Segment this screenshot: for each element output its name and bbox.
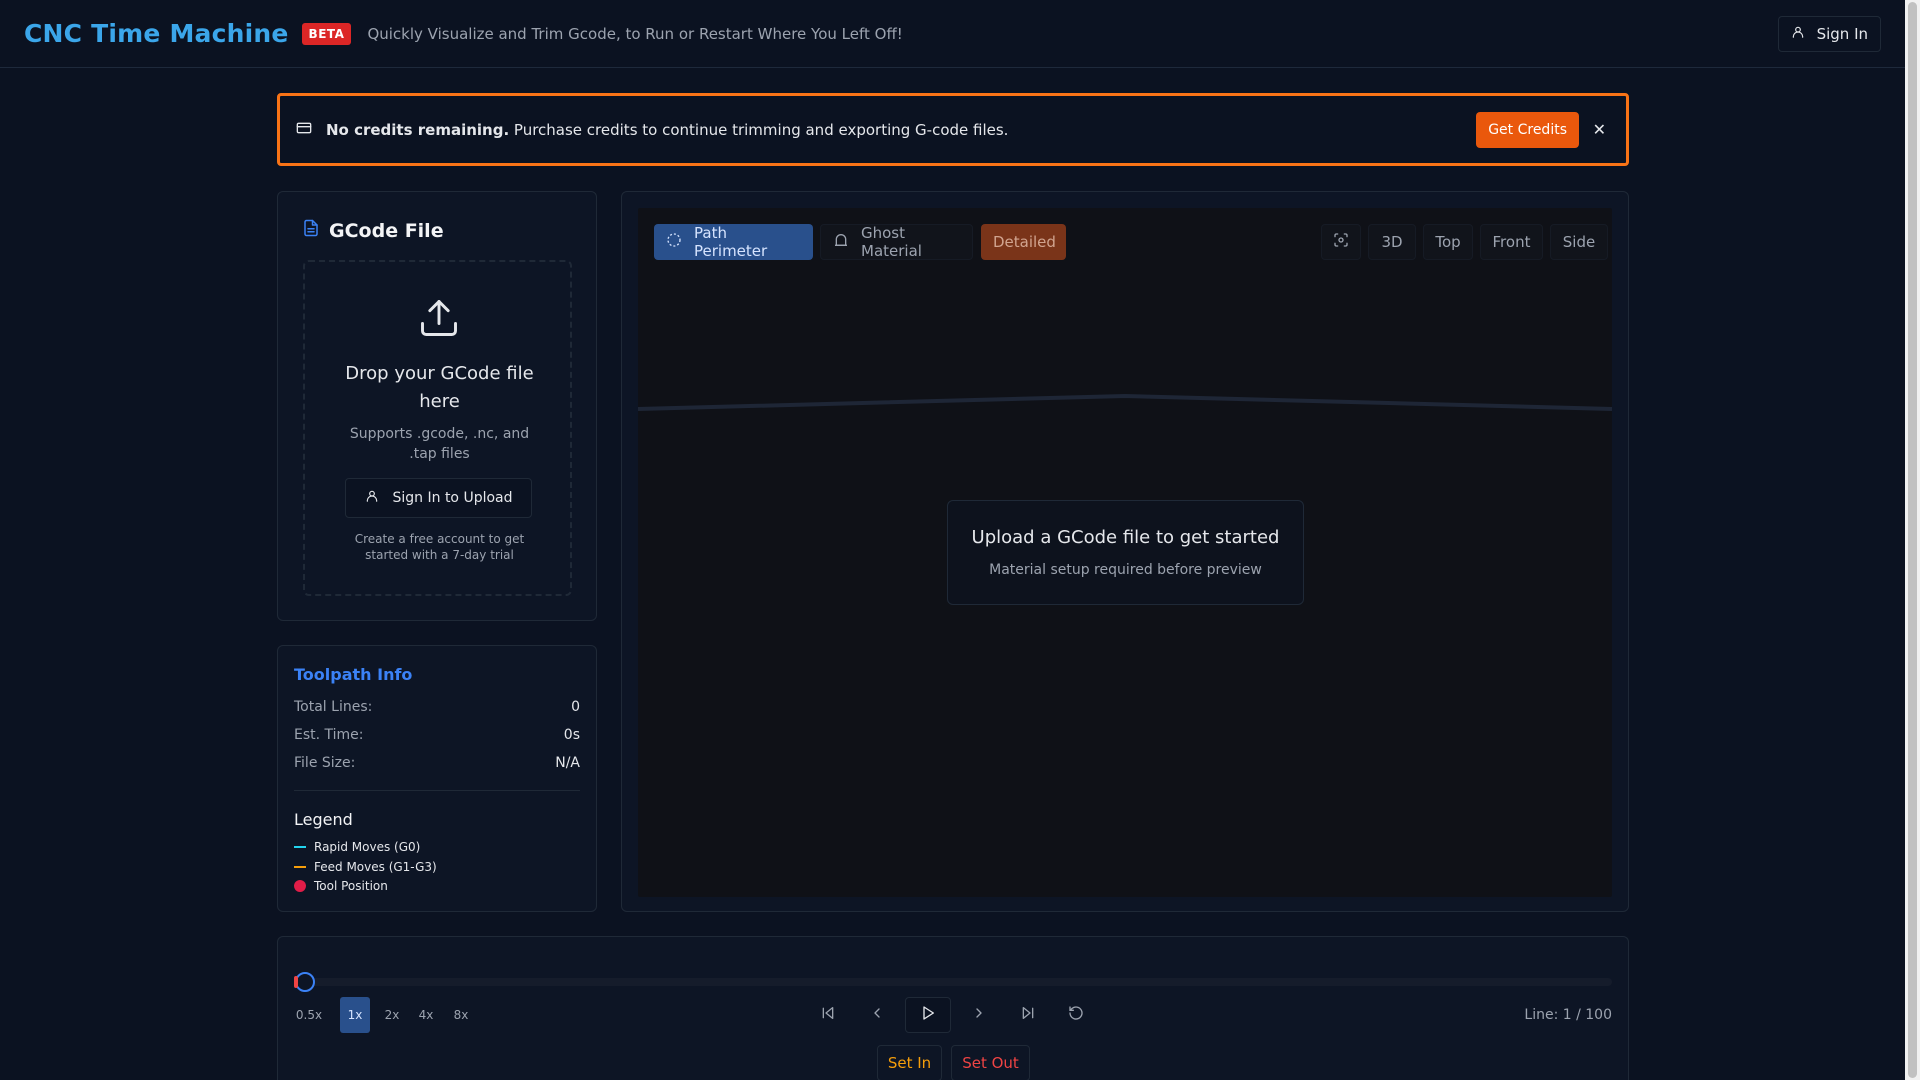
beta-badge: BETA [301,22,352,45]
close-icon[interactable]: ✕ [1593,120,1606,139]
drop-title: Drop your GCode file here [345,363,534,412]
info-row-total-lines: Total Lines: 0 [294,699,580,715]
reset-button[interactable] [1058,997,1094,1033]
chevron-left-icon [869,1005,885,1025]
scrollbar-thumb[interactable] [1908,2,1917,1078]
speed-0-5x-button[interactable]: 0.5x [294,997,324,1033]
get-credits-button[interactable]: Get Credits [1476,112,1579,148]
info-value: 0 [571,699,580,715]
play-button[interactable] [905,997,951,1033]
ghost-icon [833,232,849,252]
play-icon [920,1005,936,1025]
ghost-material-toggle[interactable]: Ghost Material [820,224,973,260]
legend-item-tool: Tool Position [294,879,388,893]
3d-viewport[interactable]: Path Perimeter Ghost Material Detailed 3… [638,208,1612,897]
line-counter: Line: 1 / 100 [1524,1007,1612,1023]
focus-icon [1333,232,1349,252]
view-side-button[interactable]: Side [1550,224,1608,260]
legend-dot-swatch [294,880,306,892]
page-scrollbar[interactable] [1905,0,1920,1080]
reset-camera-button[interactable] [1321,224,1361,260]
tagline: Quickly Visualize and Trim Gcode, to Run… [367,24,903,43]
alert-message: No credits remaining. Purchase credits t… [326,121,1008,139]
legend-item-feed: Feed Moves (G1-G3) [294,860,437,874]
file-dropzone[interactable]: Drop your GCode file here Supports .gcod… [303,260,572,596]
skip-forward-icon [1020,1005,1036,1025]
speed-4x-button[interactable]: 4x [412,997,440,1033]
step-back-button[interactable] [859,997,895,1033]
speed-1x-button[interactable]: 1x [340,997,370,1033]
divider [294,790,580,791]
empty-state-subtitle: Material setup required before preview [989,562,1262,578]
sign-in-to-upload-button[interactable]: Sign In to Upload [345,478,532,518]
skip-forward-button[interactable] [1010,997,1046,1033]
user-icon [1791,25,1805,43]
credit-card-icon [296,120,312,140]
detailed-label: Detailed [993,233,1056,251]
app-title[interactable]: CNC Time Machine [24,19,289,48]
empty-state-overlay: Upload a GCode file to get started Mater… [947,500,1304,605]
path-perimeter-label: Path Perimeter [694,224,768,260]
skip-back-button[interactable] [810,997,846,1033]
credits-alert: No credits remaining. Purchase credits t… [277,93,1629,166]
info-value: N/A [555,755,580,771]
gcode-file-title: GCode File [329,219,444,242]
chevron-right-icon [971,1005,987,1025]
supported-formats: Supports .gcode, .nc, and .tap files [349,426,530,462]
alert-bold-text: No credits remaining. [326,120,510,139]
speed-2x-button[interactable]: 2x [378,997,406,1033]
info-row-file-size: File Size: N/A [294,755,580,771]
toolpath-info-title: Toolpath Info [294,665,413,684]
viewer-card: Path Perimeter Ghost Material Detailed 3… [621,191,1629,912]
sign-in-label: Sign In [1816,25,1868,43]
legend-label: Rapid Moves (G0) [314,840,421,854]
empty-state-title: Upload a GCode file to get started [971,527,1280,548]
set-in-button[interactable]: Set In [877,1045,942,1080]
info-label: File Size: [294,755,356,771]
legend-label: Feed Moves (G1-G3) [314,860,437,874]
timeline-slider-thumb[interactable] [294,972,315,992]
legend-title: Legend [294,810,353,829]
upload-icon [417,296,461,344]
legend-label: Tool Position [314,879,388,893]
sign-in-to-upload-label: Sign In to Upload [392,490,513,506]
file-text-icon [302,218,320,243]
timeline-slider-track[interactable] [296,978,1612,986]
legend-item-rapid: Rapid Moves (G0) [294,840,420,854]
speed-8x-button[interactable]: 8x [447,997,475,1033]
playback-panel: 0.5x 1x 2x 4x 8x Line: 1 / 100 Set In Se… [277,936,1629,1080]
app-header: CNC Time Machine BETA Quickly Visualize … [0,0,1905,68]
info-value: 0s [563,727,580,743]
detailed-toggle[interactable]: Detailed [981,224,1066,260]
view-3d-button[interactable]: 3D [1368,224,1416,260]
view-top-button[interactable]: Top [1423,224,1473,260]
info-row-est-time: Est. Time: 0s [294,727,580,743]
set-out-button[interactable]: Set Out [951,1045,1030,1080]
loader-circle-icon [666,232,682,252]
view-front-button[interactable]: Front [1480,224,1543,260]
trial-note: Create a free account to get started wit… [354,532,525,562]
info-label: Total Lines: [294,699,373,715]
skip-back-icon [820,1005,836,1025]
alert-body-text: Purchase credits to continue trimming an… [509,120,1009,139]
path-perimeter-toggle[interactable]: Path Perimeter [654,224,813,260]
legend-line-swatch [294,866,306,868]
info-label: Est. Time: [294,727,364,743]
rotate-ccw-icon [1068,1005,1084,1025]
legend-line-swatch [294,846,306,848]
ghost-material-label: Ghost Material [861,224,922,260]
gcode-file-heading: GCode File [302,218,444,243]
toolpath-info-card: Toolpath Info Total Lines: 0 Est. Time: … [277,645,597,912]
step-forward-button[interactable] [961,997,997,1033]
sign-in-button[interactable]: Sign In [1777,16,1881,52]
gcode-file-card: GCode File Drop your GCode file here Sup… [277,191,597,621]
user-icon [365,489,379,507]
